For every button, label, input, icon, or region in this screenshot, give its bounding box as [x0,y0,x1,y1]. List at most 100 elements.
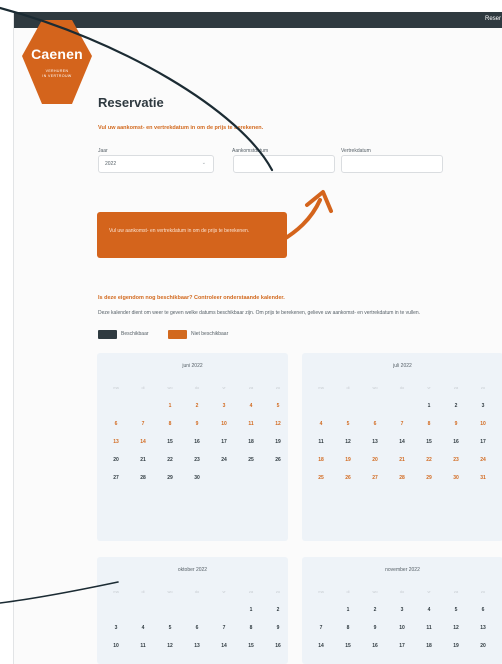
caenen-logo[interactable]: Caenen VERHUREN IN VERTROUW [20,18,94,106]
year-select[interactable]: 2022 ⌄ [98,155,214,173]
calendar-day-unavailable[interactable]: 7 [393,421,411,427]
calendar-day-available[interactable]: 3 [107,625,125,631]
calendar-day-unavailable[interactable]: 2 [188,403,206,409]
calendar-day-available[interactable]: 3 [474,403,492,409]
calendar-day-unavailable[interactable]: 14 [134,439,152,445]
calendar-day-available[interactable]: 14 [393,439,411,445]
calendar-day-unavailable[interactable]: 3 [215,403,233,409]
calendar-day-available[interactable]: 15 [242,643,260,649]
calendar-day-unavailable[interactable]: 8 [420,421,438,427]
calendar-day-unavailable[interactable]: 10 [215,421,233,427]
calendar-day-available[interactable]: 6 [474,607,492,613]
calendar-day-available[interactable]: 19 [269,439,287,445]
calendar-day-available[interactable]: 23 [188,457,206,463]
calendar-day-available[interactable]: 11 [134,643,152,649]
calendar-day-available[interactable]: 4 [134,625,152,631]
calendar-day-available[interactable]: 13 [188,643,206,649]
calendar-day-available[interactable]: 18 [420,643,438,649]
calendar-day-available[interactable]: 11 [420,625,438,631]
calendar-day-available[interactable]: 14 [215,643,233,649]
calendar-day-available[interactable]: 30 [188,475,206,481]
calendar-day-available[interactable]: 1 [420,403,438,409]
calendar-day-available[interactable]: 22 [161,457,179,463]
calendar-day-available[interactable]: 6 [188,625,206,631]
calendar-day-available[interactable]: 17 [393,643,411,649]
calendar-day-available[interactable]: 17 [215,439,233,445]
calendar-day-available[interactable]: 8 [339,625,357,631]
calendar-day-available[interactable]: 11 [312,439,330,445]
calendar-day-available[interactable]: 24 [215,457,233,463]
calendar-day-available[interactable]: 1 [242,607,260,613]
departure-date-input[interactable] [341,155,443,173]
calendar-day-available[interactable]: 21 [134,457,152,463]
calendar-day-unavailable[interactable]: 31 [474,475,492,481]
calendar-day-unavailable[interactable]: 21 [393,457,411,463]
calendar-day-available[interactable]: 12 [161,643,179,649]
topbar-reservation-link[interactable]: Reser [485,16,501,22]
calendar-day-available[interactable]: 15 [161,439,179,445]
calendar-day-available[interactable]: 20 [107,457,125,463]
calendar-day-unavailable[interactable]: 9 [188,421,206,427]
calendar-day-unavailable[interactable]: 11 [242,421,260,427]
calendar-day-unavailable[interactable]: 8 [161,421,179,427]
calendar-day-unavailable[interactable]: 19 [339,457,357,463]
calendar-day-unavailable[interactable]: 25 [312,475,330,481]
calendar-day-unavailable[interactable]: 20 [366,457,384,463]
calendar-day-unavailable[interactable]: 26 [339,475,357,481]
calendar-day-available[interactable]: 3 [393,607,411,613]
calendar-day-available[interactable]: 5 [161,625,179,631]
calendar-day-unavailable[interactable]: 5 [339,421,357,427]
calendar-day-available[interactable]: 9 [269,625,287,631]
calendar-day-available[interactable]: 2 [269,607,287,613]
calendar-day-unavailable[interactable]: 4 [242,403,260,409]
calendar-day-available[interactable]: 7 [312,625,330,631]
calendar-day-available[interactable]: 26 [269,457,287,463]
calendar-day-unavailable[interactable]: 6 [366,421,384,427]
calendar-day-unavailable[interactable]: 10 [474,421,492,427]
calendar-day-available[interactable]: 1 [339,607,357,613]
calendar-day-available[interactable]: 17 [474,439,492,445]
calendar-day-available[interactable]: 16 [447,439,465,445]
calendar-day-unavailable[interactable]: 29 [420,475,438,481]
calendar-day-available[interactable]: 10 [393,625,411,631]
calendar-day-unavailable[interactable]: 30 [447,475,465,481]
calendar-day-available[interactable]: 9 [366,625,384,631]
calendar-day-available[interactable]: 10 [107,643,125,649]
calendar-day-unavailable[interactable]: 24 [474,457,492,463]
calendar-day-available[interactable]: 15 [339,643,357,649]
calendar-day-available[interactable]: 27 [107,475,125,481]
calendar-day-available[interactable]: 12 [339,439,357,445]
calendar-day-unavailable[interactable]: 18 [312,457,330,463]
calendar-day-available[interactable]: 16 [269,643,287,649]
calendar-day-available[interactable]: 20 [474,643,492,649]
calendar-day-available[interactable]: 28 [134,475,152,481]
calendar-day-available[interactable]: 5 [447,607,465,613]
calendar-day-unavailable[interactable]: 7 [134,421,152,427]
calendar-day-available[interactable]: 16 [366,643,384,649]
calendar-day-available[interactable]: 2 [447,403,465,409]
calendar-day-unavailable[interactable]: 6 [107,421,125,427]
calendar-day-available[interactable]: 8 [242,625,260,631]
calendar-day-available[interactable]: 16 [188,439,206,445]
calendar-day-unavailable[interactable]: 27 [366,475,384,481]
calendar-day-available[interactable]: 13 [366,439,384,445]
calendar-day-available[interactable]: 12 [447,625,465,631]
calendar-day-unavailable[interactable]: 13 [107,439,125,445]
calendar-day-available[interactable]: 15 [420,439,438,445]
calendar-day-available[interactable]: 18 [242,439,260,445]
calendar-day-available[interactable]: 13 [474,625,492,631]
calendar-day-available[interactable]: 29 [161,475,179,481]
calendar-day-available[interactable]: 14 [312,643,330,649]
calendar-day-unavailable[interactable]: 1 [161,403,179,409]
calendar-day-unavailable[interactable]: 9 [447,421,465,427]
calendar-day-unavailable[interactable]: 12 [269,421,287,427]
calendar-day-available[interactable]: 7 [215,625,233,631]
calendar-day-unavailable[interactable]: 4 [312,421,330,427]
calendar-day-unavailable[interactable]: 22 [420,457,438,463]
calendar-day-available[interactable]: 4 [420,607,438,613]
arrival-date-input[interactable] [233,155,335,173]
calendar-day-available[interactable]: 2 [366,607,384,613]
calendar-day-available[interactable]: 19 [447,643,465,649]
calendar-day-available[interactable]: 25 [242,457,260,463]
calendar-day-unavailable[interactable]: 28 [393,475,411,481]
